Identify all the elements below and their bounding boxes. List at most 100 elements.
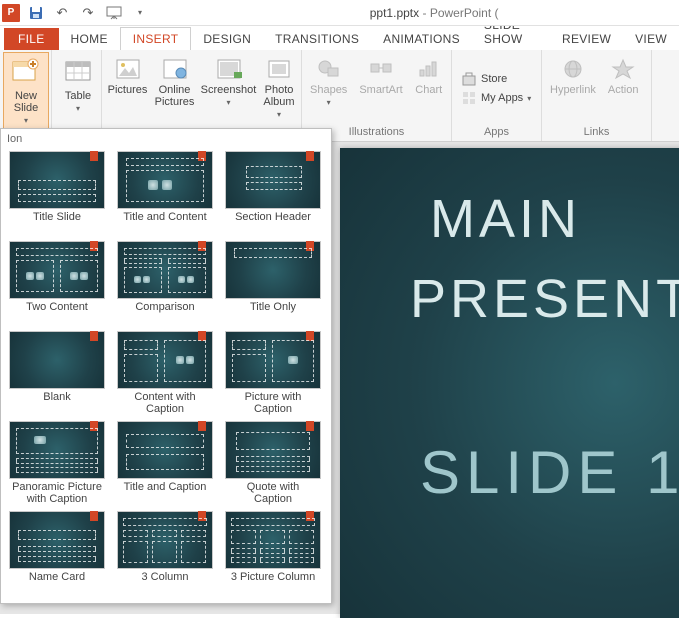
action-label: Action (608, 84, 639, 96)
layout-blank[interactable]: Blank (3, 329, 111, 419)
tab-home[interactable]: HOME (59, 28, 120, 50)
shapes-button[interactable]: Shapes ▾ (305, 52, 352, 125)
store-icon (461, 71, 477, 87)
layout-theme-name: Ion (1, 129, 331, 149)
photo-album-label: Photo Album (263, 84, 294, 108)
ribbon-tabs: FILE HOME INSERT DESIGN TRANSITIONS ANIM… (0, 26, 679, 50)
quick-access-toolbar: ↶ ↷ ▾ (26, 3, 150, 23)
layout-label: Name Card (29, 569, 85, 595)
pictures-label: Pictures (108, 84, 148, 96)
undo-icon[interactable]: ↶ (52, 3, 72, 23)
tab-design[interactable]: DESIGN (191, 28, 263, 50)
online-pictures-icon (162, 56, 188, 82)
layout-thumb (9, 421, 105, 479)
layout-label: Quote with Caption (247, 479, 300, 505)
layout-title-only[interactable]: Title Only (219, 239, 327, 329)
tab-review[interactable]: REVIEW (550, 28, 623, 50)
layout-name-card[interactable]: Name Card (3, 509, 111, 599)
online-pictures-button[interactable]: Online Pictures (152, 52, 197, 139)
layout-label: Two Content (26, 299, 88, 325)
layout-label: 3 Picture Column (231, 569, 315, 595)
hyperlink-button[interactable]: Hyperlink (545, 52, 601, 125)
titlebar: P ↶ ↷ ▾ ppt1.pptx - PowerPoint ( (0, 0, 679, 26)
window-title: ppt1.pptx - PowerPoint ( (170, 6, 510, 20)
table-icon (62, 56, 94, 88)
layout-label: Title Only (250, 299, 296, 325)
slide-title-line2: PRESENT (410, 268, 679, 330)
pictures-button[interactable]: Pictures (105, 52, 150, 139)
store-button[interactable]: Store (461, 71, 531, 87)
smartart-button[interactable]: SmartArt (354, 52, 407, 125)
layout-thumb (9, 151, 105, 209)
table-label: Table (65, 90, 91, 102)
layout-thumb (9, 241, 105, 299)
layout-title-and-caption[interactable]: Title and Caption (111, 419, 219, 509)
action-button[interactable]: Action (603, 52, 644, 125)
tab-animations[interactable]: ANIMATIONS (371, 28, 472, 50)
layout-label: Title and Content (123, 209, 206, 235)
new-slide-layout-dropdown: Ion Title Slide Title and Content Sec (0, 128, 332, 604)
layout-thumb (9, 511, 105, 569)
slide-preview[interactable]: MAIN PRESENT SLIDE 1 (340, 148, 679, 618)
tab-file[interactable]: FILE (4, 28, 59, 50)
chevron-down-icon: ▾ (277, 110, 281, 119)
layout-picture-with-caption[interactable]: Picture with Caption (219, 329, 327, 419)
tab-view[interactable]: VIEW (623, 28, 679, 50)
layout-comparison[interactable]: Comparison (111, 239, 219, 329)
layout-thumb (117, 151, 213, 209)
start-slideshow-icon[interactable] (104, 3, 124, 23)
shapes-icon (316, 56, 342, 82)
new-slide-button[interactable]: New Slide ▾ (3, 52, 49, 139)
layout-panoramic-picture-with-caption[interactable]: Panoramic Picture with Caption (3, 419, 111, 509)
layout-two-content[interactable]: Two Content (3, 239, 111, 329)
layout-quote-with-caption[interactable]: Quote with Caption (219, 419, 327, 509)
chart-icon (416, 56, 442, 82)
smartart-icon (368, 56, 394, 82)
shapes-label: Shapes (310, 84, 347, 96)
myapps-button[interactable]: My Apps ▾ (461, 90, 531, 106)
layout-thumb (9, 331, 105, 389)
layout-title-and-content[interactable]: Title and Content (111, 149, 219, 239)
layout-thumb (225, 511, 321, 569)
myapps-icon (461, 90, 477, 106)
chevron-down-icon: ▾ (226, 98, 230, 107)
layout-label: Section Header (235, 209, 311, 235)
layout-label: Content with Caption (134, 389, 195, 415)
group-links: Hyperlink Action Links (542, 50, 652, 141)
layout-label: Title and Caption (124, 479, 207, 505)
layout-thumb (225, 241, 321, 299)
tab-transitions[interactable]: TRANSITIONS (263, 28, 371, 50)
chevron-down-icon: ▾ (24, 116, 28, 125)
hyperlink-icon (560, 56, 586, 82)
redo-icon[interactable]: ↷ (78, 3, 98, 23)
photo-album-button[interactable]: Photo Album ▾ (260, 52, 298, 139)
layout-section-header[interactable]: Section Header (219, 149, 327, 239)
layout-content-with-caption[interactable]: Content with Caption (111, 329, 219, 419)
layout-thumb (225, 331, 321, 389)
layout-thumb (117, 421, 213, 479)
layout-label: 3 Column (141, 569, 188, 595)
group-label-links: Links (545, 125, 648, 139)
chevron-down-icon: ▾ (327, 98, 331, 107)
layout-thumb (117, 241, 213, 299)
layout-label: Picture with Caption (245, 389, 302, 415)
hyperlink-label: Hyperlink (550, 84, 596, 96)
table-button[interactable]: Table ▾ (55, 52, 101, 139)
chevron-down-icon: ▾ (527, 94, 531, 103)
layout-3-column[interactable]: 3 Column (111, 509, 219, 599)
chart-label: Chart (415, 84, 442, 96)
smartart-label: SmartArt (359, 84, 402, 96)
new-slide-icon (10, 56, 42, 88)
qat-customize-icon[interactable]: ▾ (130, 3, 150, 23)
layout-3-picture-column[interactable]: 3 Picture Column (219, 509, 327, 599)
tab-insert[interactable]: INSERT (120, 27, 192, 50)
filename: ppt1.pptx (370, 6, 419, 20)
chart-button[interactable]: Chart (410, 52, 448, 125)
layout-label: Blank (43, 389, 71, 415)
app-name: PowerPoint ( (430, 6, 499, 20)
slide-title-line1: MAIN (430, 188, 581, 250)
app-icon: P (2, 4, 20, 22)
save-icon[interactable] (26, 3, 46, 23)
layout-title-slide[interactable]: Title Slide (3, 149, 111, 239)
screenshot-button[interactable]: Screenshot ▾ (199, 52, 258, 139)
